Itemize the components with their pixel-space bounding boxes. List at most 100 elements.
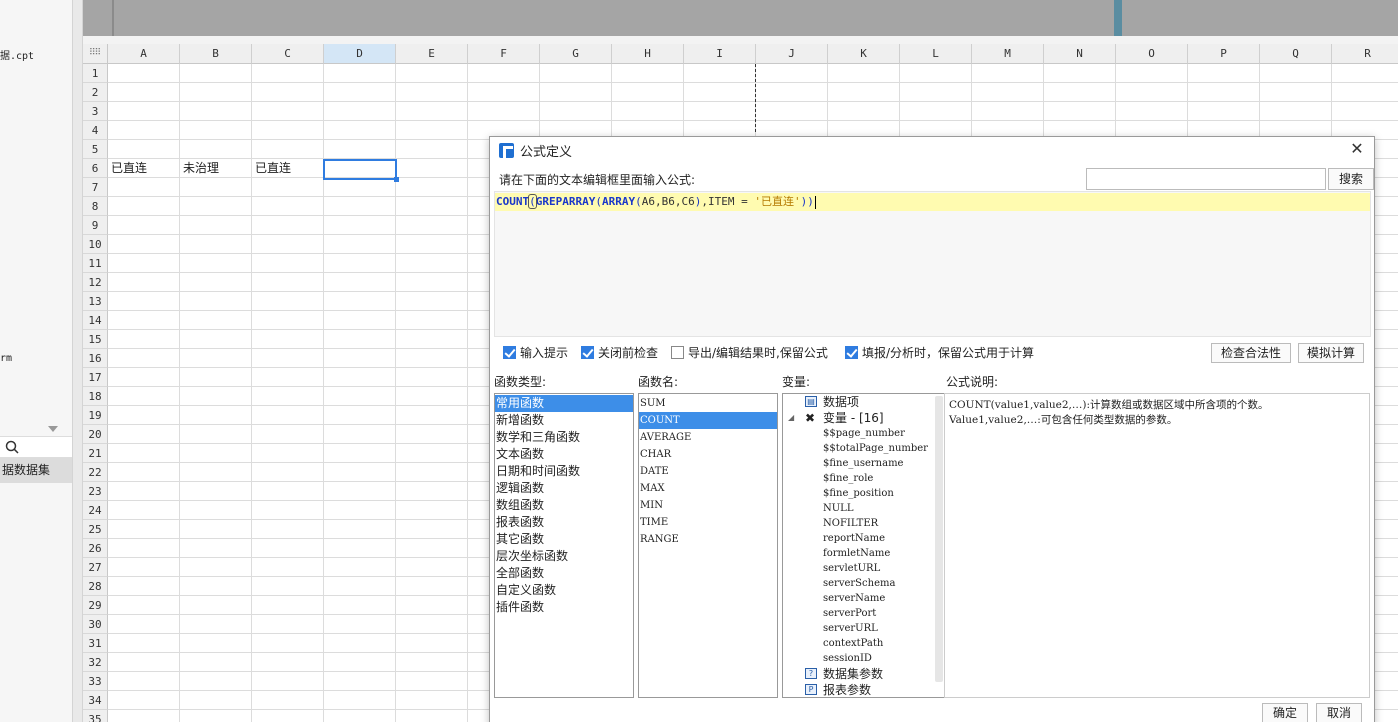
variable-item[interactable]: $fine_role bbox=[823, 471, 873, 486]
variable-item[interactable]: formletName bbox=[823, 546, 890, 561]
row-header-14[interactable]: 14 bbox=[83, 311, 108, 330]
option-input-hint[interactable]: 输入提示 bbox=[503, 345, 568, 361]
expand-arrow-icon[interactable]: ◢ bbox=[788, 410, 794, 426]
file-item[interactable]: 据.cpt bbox=[0, 47, 34, 62]
row-header-23[interactable]: 23 bbox=[83, 482, 108, 501]
variable-item[interactable]: $fine_username bbox=[823, 456, 903, 471]
func-type-item[interactable]: 数学和三角函数 bbox=[495, 429, 633, 446]
column-header-r[interactable]: R bbox=[1332, 44, 1398, 64]
row-header-20[interactable]: 20 bbox=[83, 425, 108, 444]
variable-item[interactable]: servletURL bbox=[823, 561, 880, 576]
row-header-6[interactable]: 6 bbox=[83, 159, 108, 178]
func-name-item[interactable]: AVERAGE bbox=[639, 429, 777, 446]
row-header-7[interactable]: 7 bbox=[83, 178, 108, 197]
func-name-item[interactable]: RANGE bbox=[639, 531, 777, 548]
column-header-q[interactable]: Q bbox=[1260, 44, 1332, 64]
cell-b6[interactable]: 未治理 bbox=[180, 159, 219, 178]
variable-item[interactable]: $fine_position bbox=[823, 486, 894, 501]
func-type-item[interactable]: 插件函数 bbox=[495, 599, 633, 616]
tree-scrollbar[interactable] bbox=[935, 396, 943, 682]
func-name-item[interactable]: COUNT bbox=[639, 412, 777, 429]
column-header-c[interactable]: C bbox=[252, 44, 324, 64]
panel-splitter[interactable] bbox=[72, 0, 83, 722]
func-name-item[interactable]: SUM bbox=[639, 395, 777, 412]
column-header-n[interactable]: N bbox=[1044, 44, 1116, 64]
selected-cell[interactable] bbox=[323, 159, 397, 180]
checkbox[interactable] bbox=[503, 346, 516, 359]
option-keep-formula-fill[interactable]: 填报/分析时，保留公式用于计算 bbox=[845, 345, 1034, 361]
column-header-h[interactable]: H bbox=[612, 44, 684, 64]
column-header-j[interactable]: J bbox=[756, 44, 828, 64]
func-name-item[interactable]: MAX bbox=[639, 480, 777, 497]
row-header-11[interactable]: 11 bbox=[83, 254, 108, 273]
variable-item[interactable]: $$totalPage_number bbox=[823, 441, 928, 456]
column-header-g[interactable]: G bbox=[540, 44, 612, 64]
simulate-button[interactable]: 模拟计算 bbox=[1298, 343, 1364, 363]
row-header-31[interactable]: 31 bbox=[83, 634, 108, 653]
row-header-19[interactable]: 19 bbox=[83, 406, 108, 425]
row-header-25[interactable]: 25 bbox=[83, 520, 108, 539]
collapse-arrow-icon[interactable] bbox=[48, 426, 58, 432]
variable-item[interactable]: serverURL bbox=[823, 621, 878, 636]
ok-button[interactable]: 确定 bbox=[1262, 703, 1308, 722]
tree-item[interactable]: rm bbox=[0, 353, 12, 364]
row-header-28[interactable]: 28 bbox=[83, 577, 108, 596]
variable-item[interactable]: serverName bbox=[823, 591, 885, 606]
func-type-item[interactable]: 新增函数 bbox=[495, 412, 633, 429]
variable-item[interactable]: serverSchema bbox=[823, 576, 895, 591]
variable-item[interactable]: serverPort bbox=[823, 606, 876, 621]
row-header-3[interactable]: 3 bbox=[83, 102, 108, 121]
func-type-item[interactable]: 数组函数 bbox=[495, 497, 633, 514]
row-header-34[interactable]: 34 bbox=[83, 691, 108, 710]
variable-item[interactable]: NULL bbox=[823, 501, 853, 516]
row-header-4[interactable]: 4 bbox=[83, 121, 108, 140]
func-type-item[interactable]: 层次坐标函数 bbox=[495, 548, 633, 565]
func-type-item[interactable]: 报表函数 bbox=[495, 514, 633, 531]
func-name-item[interactable]: MIN bbox=[639, 497, 777, 514]
column-header-k[interactable]: K bbox=[828, 44, 900, 64]
func-type-item[interactable]: 逻辑函数 bbox=[495, 480, 633, 497]
variable-tree[interactable]: ▤ 数据项 ◢ ✖ 变量 - [16] $$page_number $$total… bbox=[782, 393, 945, 698]
search-button[interactable]: 搜索 bbox=[1328, 168, 1374, 190]
func-type-item[interactable]: 自定义函数 bbox=[495, 582, 633, 599]
option-keep-formula-export[interactable]: 导出/编辑结果时,保留公式 bbox=[671, 345, 828, 361]
row-header-17[interactable]: 17 bbox=[83, 368, 108, 387]
column-header-d[interactable]: D bbox=[324, 44, 396, 64]
column-header-l[interactable]: L bbox=[900, 44, 972, 64]
func-type-list[interactable]: 常用函数 新增函数 数学和三角函数 文本函数 日期和时间函数 逻辑函数 数组函数 报表函数 其它… bbox=[494, 393, 634, 698]
dialog-title-bar[interactable]: 公式定义 ✕ bbox=[490, 137, 1374, 163]
column-header-b[interactable]: B bbox=[180, 44, 252, 64]
func-name-item[interactable]: CHAR bbox=[639, 446, 777, 463]
row-header-26[interactable]: 26 bbox=[83, 539, 108, 558]
func-type-item[interactable]: 其它函数 bbox=[495, 531, 633, 548]
checkbox[interactable] bbox=[845, 346, 858, 359]
func-name-item[interactable]: TIME bbox=[639, 514, 777, 531]
row-header-21[interactable]: 21 bbox=[83, 444, 108, 463]
row-header-13[interactable]: 13 bbox=[83, 292, 108, 311]
row-header-33[interactable]: 33 bbox=[83, 672, 108, 691]
func-name-list[interactable]: SUM COUNT AVERAGE CHAR DATE MAX MIN TIME RANGE bbox=[638, 393, 778, 698]
column-header-o[interactable]: O bbox=[1116, 44, 1188, 64]
formula-text[interactable]: COUNT(GREPARRAY(ARRAY(A6,B6,C6),ITEM = '… bbox=[496, 194, 816, 209]
variable-item[interactable]: sessionID bbox=[823, 651, 872, 666]
checkbox[interactable] bbox=[671, 346, 684, 359]
fill-handle[interactable] bbox=[394, 177, 399, 182]
close-icon[interactable]: ✕ bbox=[1348, 140, 1366, 158]
cell-a6[interactable]: 已直连 bbox=[108, 159, 147, 178]
row-header-35[interactable]: 35 bbox=[83, 710, 108, 722]
row-header-24[interactable]: 24 bbox=[83, 501, 108, 520]
func-type-item[interactable]: 常用函数 bbox=[495, 395, 633, 412]
column-header-i[interactable]: I bbox=[684, 44, 756, 64]
column-header-e[interactable]: E bbox=[396, 44, 468, 64]
row-header-2[interactable]: 2 bbox=[83, 83, 108, 102]
formula-editor[interactable]: COUNT(GREPARRAY(ARRAY(A6,B6,C6),ITEM = '… bbox=[494, 191, 1371, 337]
row-header-12[interactable]: 12 bbox=[83, 273, 108, 292]
func-name-item[interactable]: DATE bbox=[639, 463, 777, 480]
column-header-m[interactable]: M bbox=[972, 44, 1044, 64]
row-header-9[interactable]: 9 bbox=[83, 216, 108, 235]
row-header-22[interactable]: 22 bbox=[83, 463, 108, 482]
row-header-10[interactable]: 10 bbox=[83, 235, 108, 254]
row-header-30[interactable]: 30 bbox=[83, 615, 108, 634]
column-header-p[interactable]: P bbox=[1188, 44, 1260, 64]
variable-item[interactable]: reportName bbox=[823, 531, 885, 546]
